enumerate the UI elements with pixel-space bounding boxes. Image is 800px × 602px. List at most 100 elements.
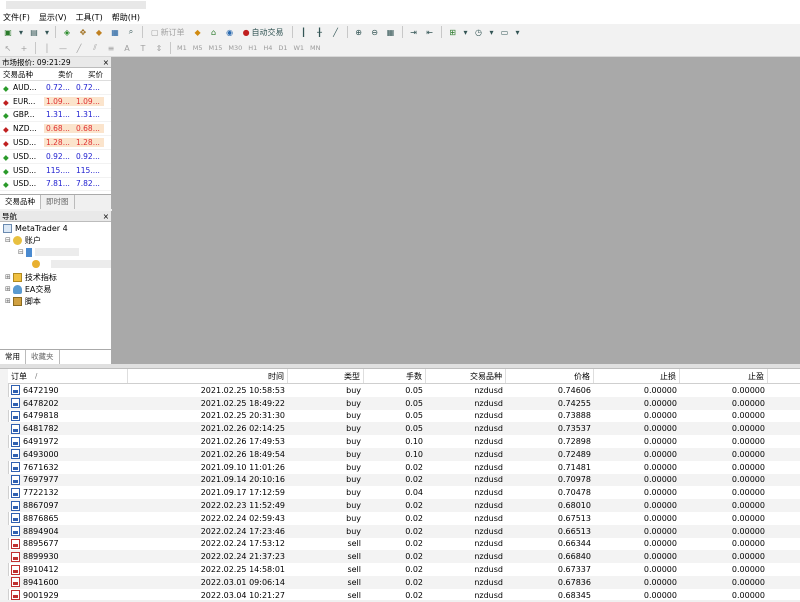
market-watch-row[interactable]: ◆ USD... 1.28... 1.28... <box>0 136 111 150</box>
timeframe-m15[interactable]: M15 <box>209 44 223 52</box>
chevron-down-icon[interactable]: ▾ <box>18 26 24 38</box>
table-row[interactable]: 6481782 2021.02.26 02:14:25 buy 0.05 nzdusd 0… <box>8 422 800 436</box>
fibonacci-icon[interactable]: ≡ <box>105 42 117 54</box>
bar-chart-icon[interactable]: ┃ <box>298 26 310 38</box>
column-ask[interactable]: 买价 <box>73 69 103 80</box>
profiles-icon[interactable]: ▤ <box>28 26 40 38</box>
market-globe-icon[interactable]: ◉ <box>224 26 236 38</box>
templates-icon[interactable]: ▭ <box>499 26 511 38</box>
navigator-icon[interactable]: ✥ <box>77 26 89 38</box>
tab-common[interactable]: 常用 <box>0 350 26 364</box>
periods-icon[interactable]: ◷ <box>473 26 485 38</box>
tree-node-scripts[interactable]: ⊞ 脚本 <box>0 295 111 307</box>
market-watch-row[interactable]: ◆ AUD... 0.72... 0.72... <box>0 81 111 95</box>
market-watch-row[interactable]: ◆ NZD... 0.68... 0.68... <box>0 122 111 137</box>
timeframe-h1[interactable]: H1 <box>248 44 257 52</box>
strategy-tester-icon[interactable]: ▦ <box>109 26 121 38</box>
column-take-profit[interactable]: 止盈 <box>680 369 768 383</box>
cursor-icon[interactable]: ↖ <box>2 42 14 54</box>
tree-node-indicators[interactable]: ⊞ 技术指标 <box>0 271 111 283</box>
timeframe-d1[interactable]: D1 <box>278 44 287 52</box>
menu-file[interactable]: 文件(F) <box>0 12 36 23</box>
timeframe-m1[interactable]: M1 <box>177 44 187 52</box>
column-order[interactable]: 订单 / <box>8 369 128 383</box>
column-symbol[interactable]: 交易品种 <box>0 69 47 80</box>
tab-favorites[interactable]: 收藏夹 <box>26 350 60 364</box>
market-watch-icon[interactable]: ◈ <box>61 26 73 38</box>
signals-icon[interactable]: ⌂ <box>208 26 220 38</box>
market-watch-row[interactable]: ◆ GBP... 1.31... 1.31... <box>0 109 111 123</box>
table-row[interactable]: 8894904 2022.02.24 17:23:46 buy 0.02 nzdusd 0… <box>8 524 800 538</box>
metaeditor-icon[interactable]: ◆ <box>192 26 204 38</box>
column-price[interactable]: 价格 <box>506 369 594 383</box>
chevron-down-icon[interactable]: ▾ <box>489 26 495 38</box>
tree-node-root[interactable]: MetaTrader 4 <box>0 222 111 234</box>
table-row[interactable]: 8867097 2022.02.23 11:52:49 buy 0.02 nzdusd 0… <box>8 499 800 512</box>
tab-tick-chart[interactable]: 即时图 <box>41 195 75 209</box>
chevron-down-icon[interactable]: ▾ <box>44 26 50 38</box>
chart-shift-icon[interactable]: ⇥ <box>408 26 420 38</box>
tile-windows-icon[interactable]: ▦ <box>385 26 397 38</box>
table-row[interactable]: 6491972 2021.02.26 17:49:53 buy 0.10 nzdusd 0… <box>8 435 800 448</box>
table-row[interactable]: 8895677 2022.02.24 17:53:12 sell 0.02 nzdusd… <box>8 538 800 551</box>
market-watch-row[interactable]: ◆ USD... 115.... 115.... <box>0 164 111 178</box>
arrows-icon[interactable]: ⇕ <box>153 42 165 54</box>
crosshair-icon[interactable]: + <box>18 42 30 54</box>
new-order-button[interactable]: ▢ 新订单 <box>148 26 188 38</box>
candlestick-icon[interactable]: ╂ <box>314 26 326 38</box>
chevron-down-icon[interactable]: ▾ <box>463 26 469 38</box>
column-time[interactable]: 时间 <box>128 369 288 383</box>
terminal-icon[interactable]: ◆ <box>93 26 105 38</box>
timeframe-m5[interactable]: M5 <box>193 44 203 52</box>
table-row[interactable]: 7671632 2021.09.10 11:01:26 buy 0.02 nzdusd 0… <box>8 461 800 474</box>
table-row[interactable]: 6478202 2021.02.25 18:49:22 buy 0.05 nzdusd 0… <box>8 396 800 410</box>
timeframe-h4[interactable]: H4 <box>263 44 272 52</box>
timeframe-m30[interactable]: M30 <box>228 44 242 52</box>
table-row[interactable]: 6479818 2021.02.25 20:31:30 buy 0.05 nzdusd 0… <box>8 410 800 423</box>
table-row[interactable]: 8876865 2022.02.24 02:59:43 buy 0.02 nzdusd 0… <box>8 512 800 525</box>
table-row[interactable]: 6493000 2021.02.26 18:49:54 buy 0.10 nzdusd 0… <box>8 447 800 461</box>
tree-node-experts[interactable]: ⊞ EA交易 <box>0 283 111 295</box>
indicators-icon[interactable]: ⊞ <box>447 26 459 38</box>
data-window-icon[interactable]: ⌕ <box>125 26 137 38</box>
table-row[interactable]: 8899930 2022.02.24 21:37:23 sell 0.02 nzdusd… <box>8 550 800 564</box>
horizontal-line-icon[interactable]: — <box>57 42 69 54</box>
menu-tools[interactable]: 工具(T) <box>73 12 109 23</box>
market-watch-row[interactable]: ◆ USD... 0.92... 0.92... <box>0 150 111 164</box>
chart-workspace[interactable] <box>112 57 800 364</box>
column-lots[interactable]: 手数 <box>364 369 426 383</box>
trendline-icon[interactable]: ╱ <box>73 42 85 54</box>
auto-trading-button[interactable]: ● 自动交易 <box>240 26 287 38</box>
auto-scroll-icon[interactable]: ⇤ <box>424 26 436 38</box>
table-row[interactable]: 8941600 2022.03.01 09:06:14 sell 0.02 nzdusd… <box>8 575 800 589</box>
vertical-line-icon[interactable]: │ <box>41 42 53 54</box>
column-type[interactable]: 类型 <box>288 369 364 383</box>
close-icon[interactable]: × <box>103 212 109 221</box>
close-icon[interactable]: × <box>103 58 109 67</box>
text-label-icon[interactable]: T <box>137 42 149 54</box>
text-icon[interactable]: A <box>121 42 133 54</box>
new-chart-icon[interactable]: ▣ <box>2 26 14 38</box>
column-stop-loss[interactable]: 止损 <box>594 369 680 383</box>
menu-help[interactable]: 帮助(H) <box>109 12 146 23</box>
timeframe-mn[interactable]: MN <box>310 44 320 52</box>
zoom-out-icon[interactable]: ⊖ <box>369 26 381 38</box>
table-row[interactable]: 8910412 2022.02.25 14:58:01 sell 0.02 nzdusd… <box>8 563 800 576</box>
tree-node-server[interactable]: ⊟ <box>0 246 111 258</box>
table-row[interactable]: 7722132 2021.09.17 17:12:59 buy 0.04 nzdusd 0… <box>8 486 800 499</box>
equidistant-channel-icon[interactable]: ⫽ <box>89 42 101 54</box>
tree-node-account[interactable] <box>0 258 111 270</box>
column-bid[interactable]: 卖价 <box>47 69 73 80</box>
market-watch-row[interactable]: ◆ EUR... 1.09... 1.09... <box>0 95 111 109</box>
market-watch-row[interactable]: ◆ USD... 7.81... 7.82... <box>0 178 111 192</box>
zoom-in-icon[interactable]: ⊕ <box>353 26 365 38</box>
chevron-down-icon[interactable]: ▾ <box>515 26 521 38</box>
table-row[interactable]: 7697977 2021.09.14 20:10:16 buy 0.02 nzdusd 0… <box>8 473 800 487</box>
table-row[interactable]: 6472190 2021.02.25 10:58:53 buy 0.05 nzdusd 0… <box>8 384 800 397</box>
column-symbol[interactable]: 交易品种 <box>426 369 506 383</box>
line-chart-icon[interactable]: ╱ <box>330 26 342 38</box>
timeframe-w1[interactable]: W1 <box>293 44 304 52</box>
menu-view[interactable]: 显示(V) <box>36 12 73 23</box>
tree-node-accounts[interactable]: ⊟ 账户 <box>0 234 111 246</box>
tab-symbols[interactable]: 交易品种 <box>0 195 41 209</box>
